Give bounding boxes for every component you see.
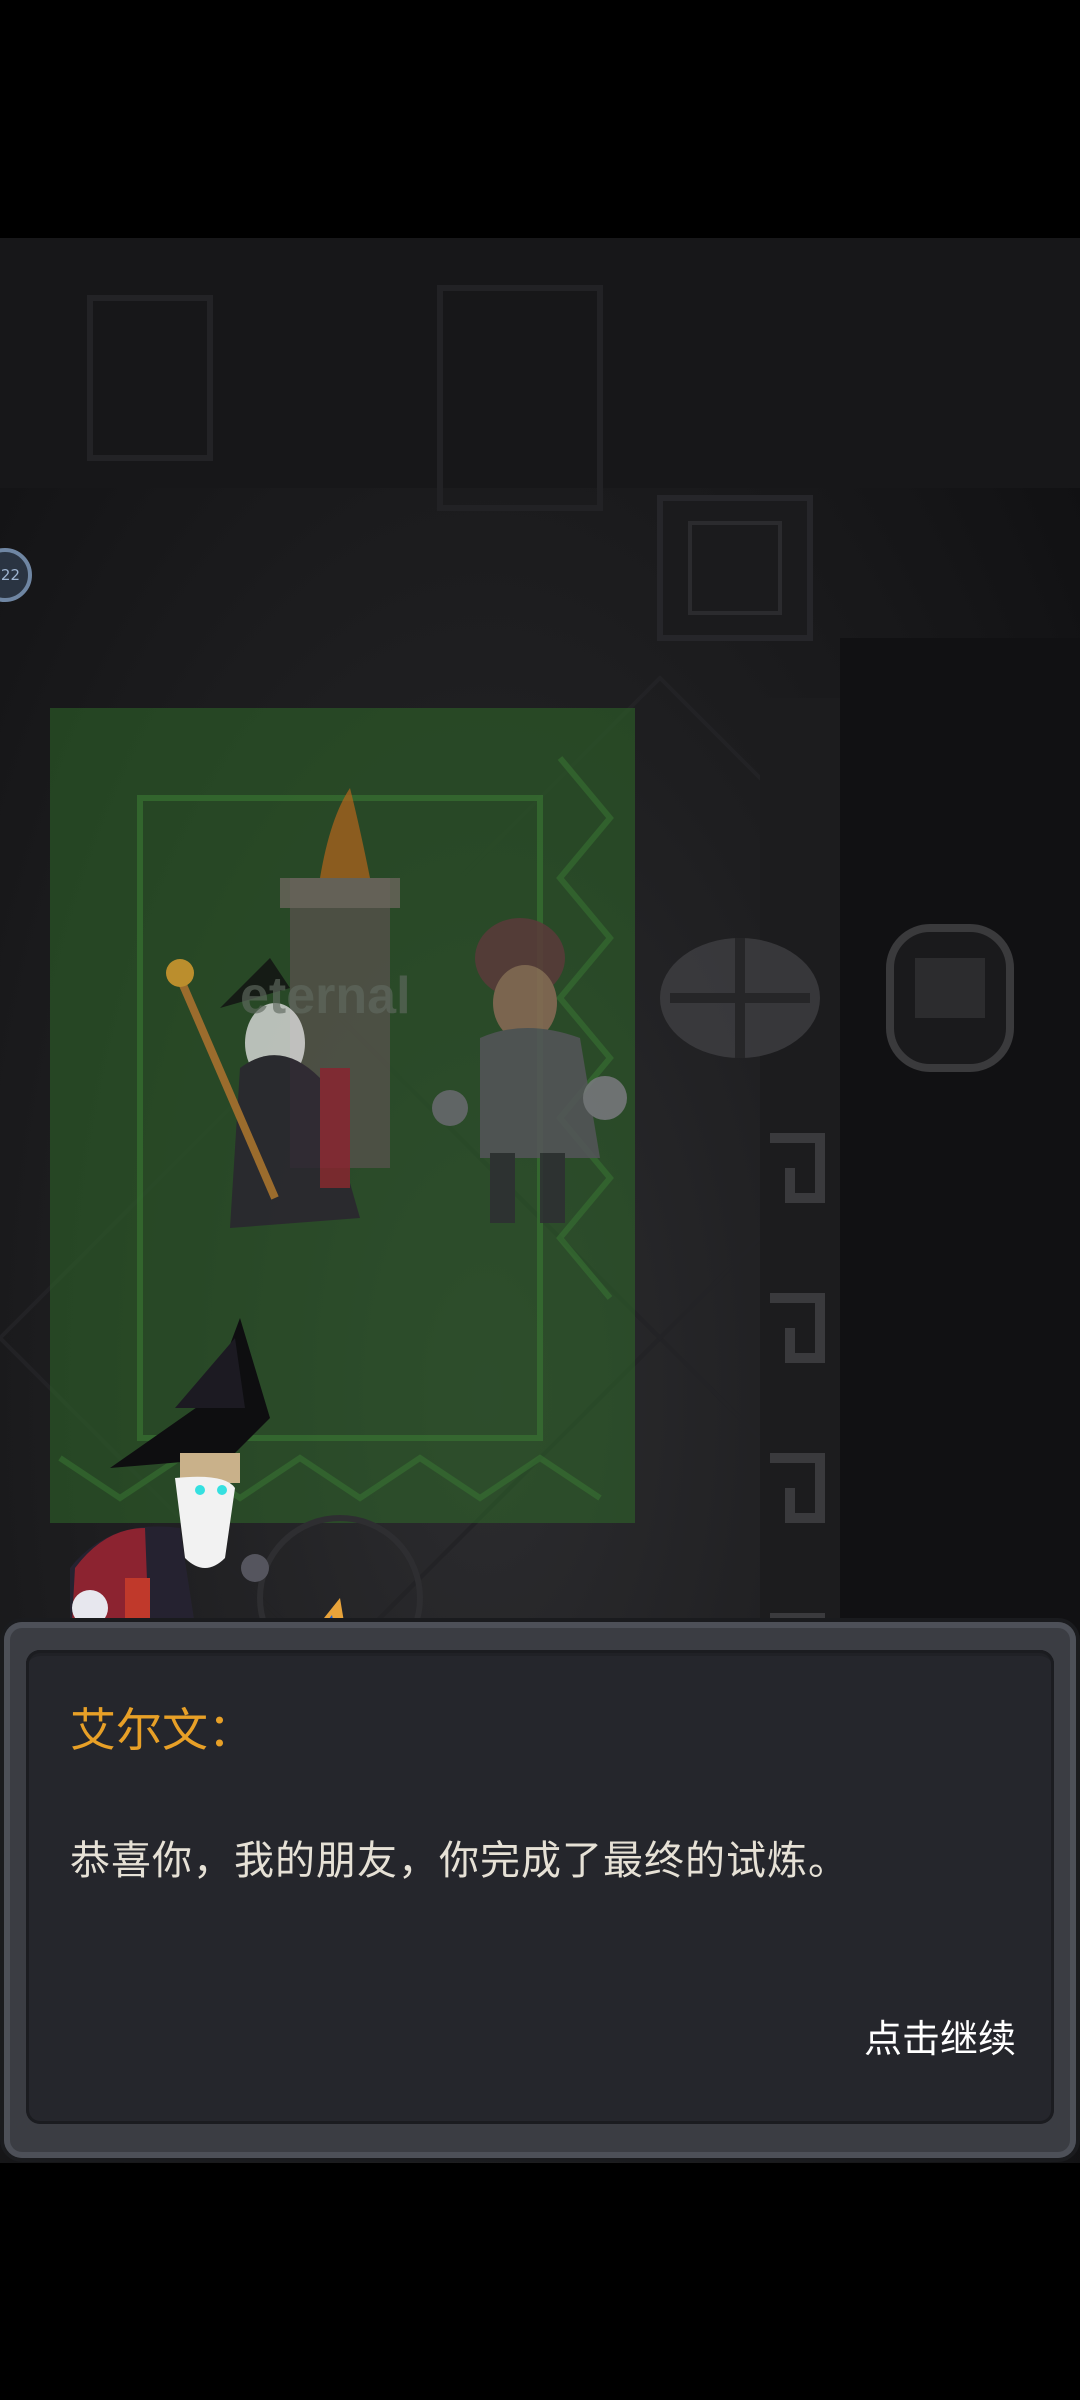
dialog-box[interactable]: 艾尔文： 恭喜你，我的朋友，你完成了最终的试炼。 点击继续: [4, 1622, 1076, 2158]
dialog-message: 恭喜你，我的朋友，你完成了最终的试炼。: [70, 1838, 849, 1884]
speaker-name: 艾尔文：: [70, 1703, 254, 1757]
banner-text: eternal: [240, 967, 411, 1025]
continue-button[interactable]: 点击继续: [864, 2008, 1016, 2063]
